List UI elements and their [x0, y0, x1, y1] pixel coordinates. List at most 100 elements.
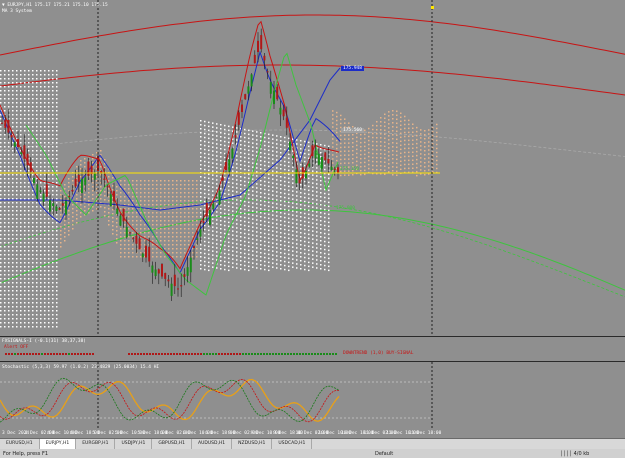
cloud-dot — [192, 256, 194, 258]
cloud-dot — [128, 212, 130, 214]
chart-tab[interactable]: USDCAD,H1 — [272, 439, 313, 449]
cloud-dot — [4, 278, 6, 280]
cloud-dot — [256, 255, 258, 257]
cloud-dot — [400, 152, 402, 155]
cloud-dot — [28, 258, 30, 260]
chart-tab[interactable]: USDJPY,H1 — [115, 439, 153, 449]
cloud-dot — [24, 258, 26, 260]
cloud-dot — [40, 270, 42, 272]
cloud-dot — [4, 214, 6, 216]
cloud-dot — [44, 234, 46, 236]
cloud-dot — [208, 125, 210, 128]
cloud-dot — [396, 162, 398, 165]
cloud-dot — [400, 164, 402, 167]
cloud-dot — [248, 157, 250, 160]
cloud-dot — [56, 118, 58, 120]
cloud-dot — [308, 193, 310, 196]
stochastic-pane[interactable]: Stochastic (5,3,3) 59.97 (1.0.2) 23.4829… — [0, 362, 625, 429]
cloud-dot — [296, 263, 298, 265]
cloud-dot — [44, 202, 46, 204]
candle-body — [167, 279, 170, 282]
cloud-dot — [276, 203, 278, 205]
cloud-dot — [308, 181, 310, 184]
cloud-dot — [392, 154, 394, 156]
chart-tab[interactable]: EURGBP,H1 — [76, 439, 116, 449]
cloud-dot — [260, 236, 262, 238]
cloud-dot — [164, 204, 166, 206]
cloud-dot — [40, 166, 42, 168]
signal-dot — [302, 353, 304, 355]
cloud-dot — [4, 106, 6, 108]
cloud-dot — [404, 115, 406, 118]
cloud-dot — [320, 152, 322, 154]
cloud-dot — [36, 270, 38, 272]
cloud-dot — [40, 170, 42, 172]
cloud-dot — [0, 282, 2, 284]
main-chart[interactable]: ▼ EURJPY,H1 175.17 175.21 175.10 175.15 … — [0, 0, 625, 337]
cloud-dot — [308, 189, 310, 192]
cloud-dot — [52, 298, 54, 300]
cloud-dot — [252, 158, 254, 160]
cloud-dot — [52, 318, 54, 320]
cloud-dot — [156, 192, 158, 194]
cloud-dot — [312, 182, 314, 184]
cloud-dot — [204, 164, 206, 167]
chart-tab[interactable]: GBPUSD,H1 — [152, 439, 193, 449]
cloud-dot — [252, 190, 254, 192]
cloud-dot — [8, 78, 10, 80]
chart-tab[interactable]: NZDUSD,H1 — [232, 439, 273, 449]
cloud-dot — [296, 139, 298, 141]
cloud-dot — [24, 222, 26, 224]
cloud-dot — [268, 205, 270, 208]
cloud-dot — [316, 195, 318, 197]
cloud-dot — [192, 192, 194, 194]
cloud-dot — [8, 86, 10, 88]
signal-dot — [35, 353, 37, 355]
cloud-dot — [392, 150, 394, 152]
cloud-dot — [12, 74, 14, 76]
cloud-dot — [176, 212, 178, 214]
chart-tab[interactable]: AUDUSD,H1 — [192, 439, 233, 449]
cloud-dot — [316, 187, 318, 189]
cloud-dot — [44, 230, 46, 232]
cloud-dot — [48, 122, 50, 124]
signal-indicator-pane[interactable]: FXSIGNALS-I (-0.1(31) 38,37,38) Alert OF… — [0, 337, 625, 362]
cloud-dot — [436, 127, 438, 130]
cloud-dot — [220, 136, 222, 138]
chart-tab[interactable]: EURJPY,H1 — [39, 439, 77, 449]
cloud-dot — [8, 290, 10, 292]
cloud-dot — [28, 126, 30, 128]
cloud-dot — [284, 200, 286, 203]
cloud-dot — [212, 166, 214, 168]
cloud-dot — [88, 180, 90, 182]
cloud-dot — [380, 141, 382, 143]
cloud-dot — [72, 216, 74, 218]
candle-body — [157, 269, 160, 274]
cloud-dot — [292, 250, 294, 252]
cloud-dot — [44, 326, 46, 328]
cloud-dot — [4, 102, 6, 104]
cloud-dot — [312, 258, 314, 260]
cloud-dot — [336, 159, 338, 162]
cloud-dot — [240, 216, 242, 218]
cloud-dot — [368, 135, 370, 138]
cloud-dot — [44, 222, 46, 224]
cloud-dot — [40, 158, 42, 160]
cloud-dot — [420, 153, 422, 155]
cloud-dot — [48, 258, 50, 260]
cloud-dot — [280, 264, 282, 266]
cloud-dot — [60, 242, 62, 244]
cloud-dot — [272, 210, 274, 212]
cloud-dot — [308, 237, 310, 240]
cloud-dot — [124, 244, 126, 246]
cloud-dot — [284, 248, 286, 251]
chart-tab[interactable]: EURUSD,H1 — [0, 439, 40, 449]
cloud-dot — [272, 238, 274, 240]
cloud-dot — [152, 256, 154, 258]
cloud-dot — [208, 141, 210, 144]
cloud-dot — [52, 290, 54, 292]
cloud-dot — [312, 222, 314, 224]
cloud-dot — [28, 166, 30, 168]
cloud-dot — [52, 326, 54, 328]
cloud-dot — [216, 231, 218, 233]
